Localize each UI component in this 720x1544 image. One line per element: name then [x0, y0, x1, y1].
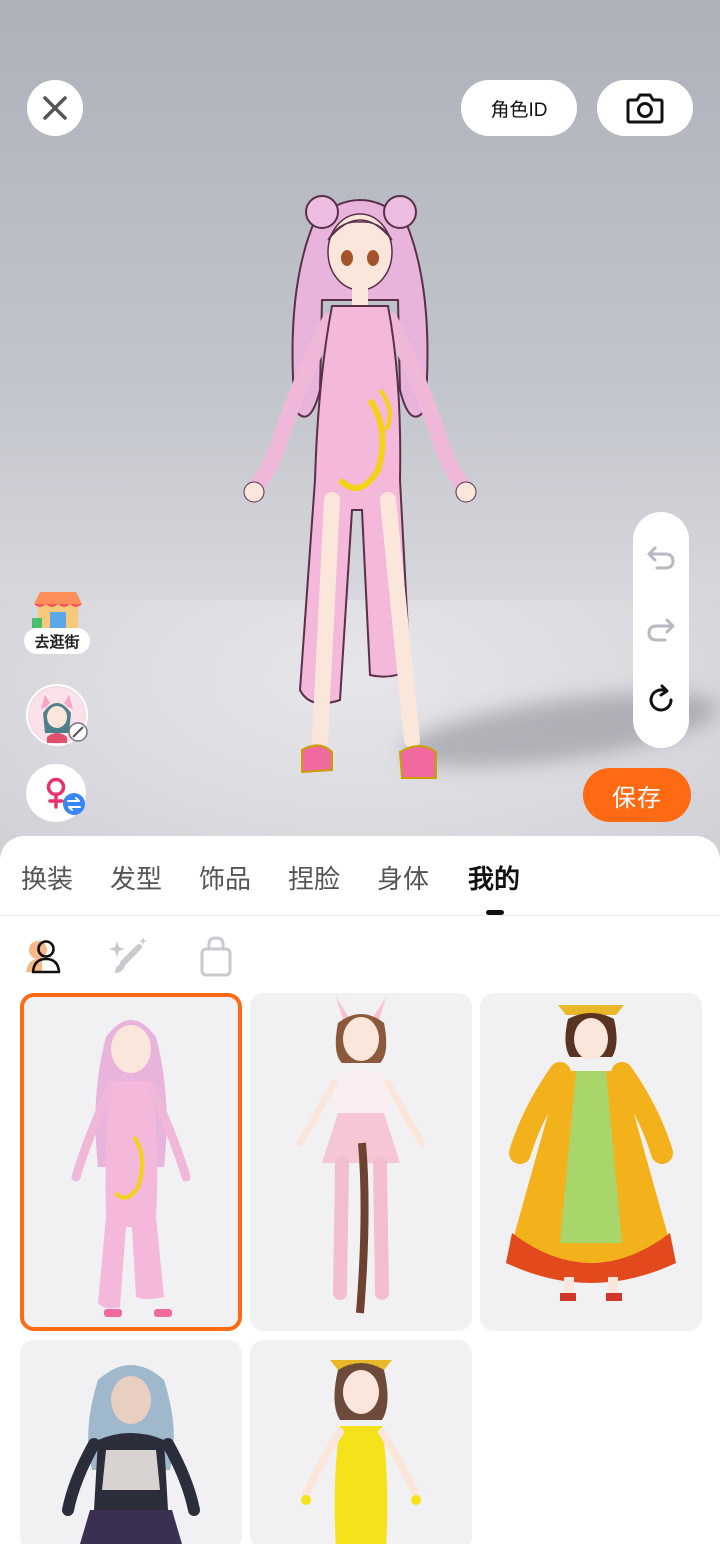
outfit-card-yellow-qipao[interactable] [250, 1340, 472, 1544]
outfit-thumbnail [296, 997, 426, 1314]
close-button[interactable] [27, 80, 83, 136]
history-panel [633, 512, 689, 748]
category-tabs: 换装 发型 饰品 捏脸 身体 我的 [0, 836, 720, 916]
tab-outfit[interactable]: 换装 [21, 862, 73, 896]
outfit-thumbnail [506, 1005, 676, 1301]
wardrobe-panel: 换装 发型 饰品 捏脸 身体 我的 [0, 836, 720, 1544]
role-id-button[interactable]: 角色ID [461, 80, 577, 136]
character-preview[interactable] [240, 180, 480, 800]
reset-icon[interactable] [645, 684, 677, 716]
outfit-card-yellow-hanfu[interactable] [480, 993, 702, 1331]
subtab-saved-looks[interactable] [22, 934, 66, 978]
go-shopping-label: 去逛街 [24, 628, 90, 654]
go-shopping-button[interactable]: 去逛街 [24, 592, 90, 662]
tab-hairstyle[interactable]: 发型 [110, 862, 162, 896]
outfit-thumbnail [71, 1020, 191, 1317]
tab-body[interactable]: 身体 [377, 862, 429, 896]
redo-icon[interactable] [645, 612, 677, 644]
camera-icon [626, 93, 664, 124]
magic-brush-icon [109, 937, 147, 973]
undo-icon[interactable] [645, 540, 677, 572]
swap-badge-icon [63, 793, 85, 815]
outfit-thumbnail [300, 1360, 422, 1544]
role-id-label: 角色ID [490, 99, 548, 121]
gender-switch-button[interactable] [26, 764, 86, 822]
tab-face[interactable]: 捏脸 [288, 862, 340, 896]
avatar-stage[interactable]: 角色ID 去逛街 保存 [0, 0, 720, 860]
camera-button[interactable] [597, 80, 693, 136]
subtab-purchased[interactable] [194, 934, 238, 978]
shopping-bag-icon [200, 936, 232, 977]
unlink-badge-icon [68, 722, 88, 742]
outfit-card-pink-qipao[interactable] [20, 993, 242, 1331]
outfit-card-dark-punk[interactable] [20, 1340, 242, 1544]
tab-mine[interactable]: 我的 [468, 862, 520, 896]
outfit-card-bunny-pink[interactable] [250, 993, 472, 1331]
close-icon [43, 96, 67, 120]
character-avatar-button[interactable] [26, 684, 88, 746]
tab-accessories[interactable]: 饰品 [199, 862, 251, 896]
sub-tabs [0, 934, 720, 980]
save-button[interactable]: 保存 [583, 768, 691, 822]
shop-icon [32, 592, 82, 628]
subtab-creations[interactable] [108, 934, 152, 978]
person-icon [26, 940, 61, 974]
active-tab-indicator [486, 910, 504, 915]
outfit-thumbnail [62, 1365, 200, 1544]
